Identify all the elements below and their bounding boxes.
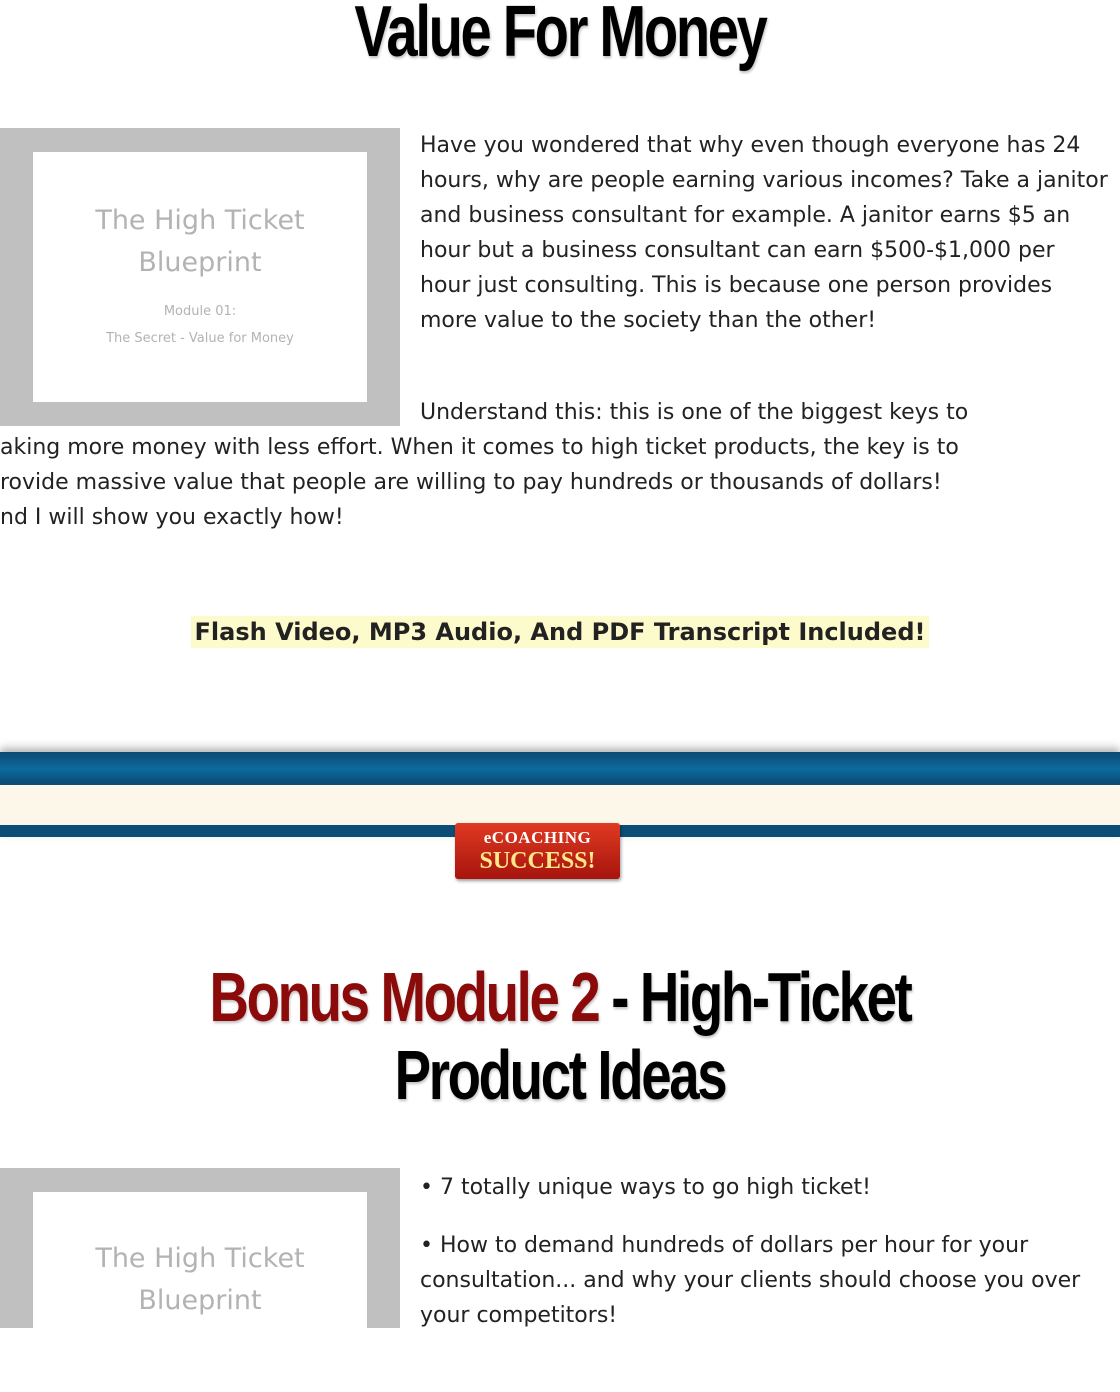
paragraph2-line1: Understand this: this is one of the bigg… bbox=[420, 400, 969, 425]
logo-line1: eCOACHING bbox=[483, 828, 592, 847]
included-formats-text: Flash Video, MP3 Audio, And PDF Transcri… bbox=[190, 616, 930, 648]
product-cover-image: The High Ticket Blueprint Module 01: The… bbox=[0, 128, 400, 426]
cover-title-line1: The High Ticket bbox=[95, 205, 305, 236]
section-heading-value-for-money: Value For Money bbox=[354, 0, 768, 72]
product-cover-image-2: The High Ticket Blueprint bbox=[0, 1168, 400, 1392]
bullet-item: • 7 totally unique ways to go high ticke… bbox=[420, 1175, 871, 1200]
included-formats-note: Flash Video, MP3 Audio, And PDF Transcri… bbox=[0, 616, 1120, 648]
cover2-title-line2: Blueprint bbox=[138, 1285, 262, 1316]
paragraph2-line4: nd I will show you exactly how! bbox=[0, 505, 344, 530]
paragraph2-line3: rovide massive value that people are wil… bbox=[0, 470, 942, 495]
paragraph2-line2: aking more money with less effort. When … bbox=[0, 435, 959, 460]
intro-paragraph: Have you wondered that why even though e… bbox=[420, 133, 1108, 333]
cover-subtitle: The Secret - Value for Money bbox=[106, 331, 294, 346]
cover2-title-line1: The High Ticket bbox=[95, 1243, 305, 1274]
divider-cream-band bbox=[0, 785, 1120, 825]
bullet-item: • How to demand hundreds of dollars per … bbox=[420, 1233, 1081, 1328]
heading-black-part: - High-Ticket bbox=[598, 958, 913, 1036]
cover-title: The High Ticket Blueprint bbox=[33, 200, 367, 284]
cover-title-2: The High Ticket Blueprint bbox=[33, 1238, 367, 1322]
cover-card-2: The High Ticket Blueprint bbox=[33, 1192, 367, 1392]
cover-card: The High Ticket Blueprint Module 01: The… bbox=[33, 152, 367, 402]
heading-line2: Product Ideas bbox=[394, 1036, 728, 1114]
section-heading-bonus-module-2: Bonus Module 2 - High-Ticket Product Ide… bbox=[123, 958, 997, 1114]
cover-title-line2: Blueprint bbox=[138, 247, 262, 278]
logo-line2: SUCCESS! bbox=[479, 848, 596, 874]
cover-module-label: Module 01: bbox=[163, 304, 237, 319]
ecoaching-success-logo: eCOACHING SUCCESS! bbox=[455, 823, 620, 879]
heading-red-part: Bonus Module 2 bbox=[209, 958, 601, 1036]
